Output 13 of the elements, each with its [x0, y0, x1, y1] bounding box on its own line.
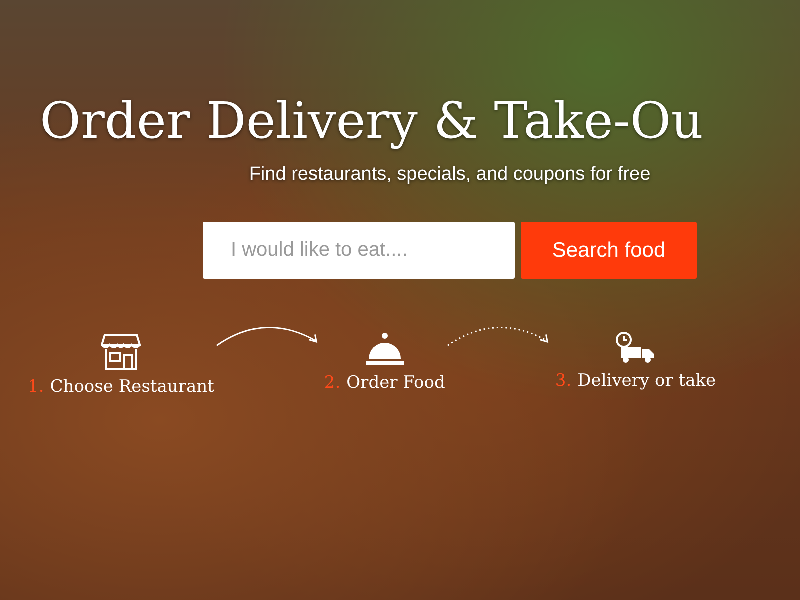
- truck-clock-icon: [614, 331, 657, 365]
- storefront-icon: [101, 331, 142, 371]
- step-label: Order Food: [346, 373, 446, 393]
- step-number: 3.: [555, 371, 572, 391]
- hero-subtitle: Find restaurants, specials, and coupons for free: [249, 164, 651, 186]
- step-label: Choose Restaurant: [50, 377, 214, 397]
- cloche-icon: [364, 331, 405, 367]
- step-number: 1.: [28, 377, 44, 397]
- search-field[interactable]: I would like to eat....: [203, 222, 515, 279]
- step-label: Delivery or take: [578, 371, 716, 391]
- step-number: 2.: [324, 373, 341, 393]
- search-button[interactable]: Search food: [521, 222, 697, 279]
- hero-title: Order Delivery & Take-Ou: [40, 92, 704, 150]
